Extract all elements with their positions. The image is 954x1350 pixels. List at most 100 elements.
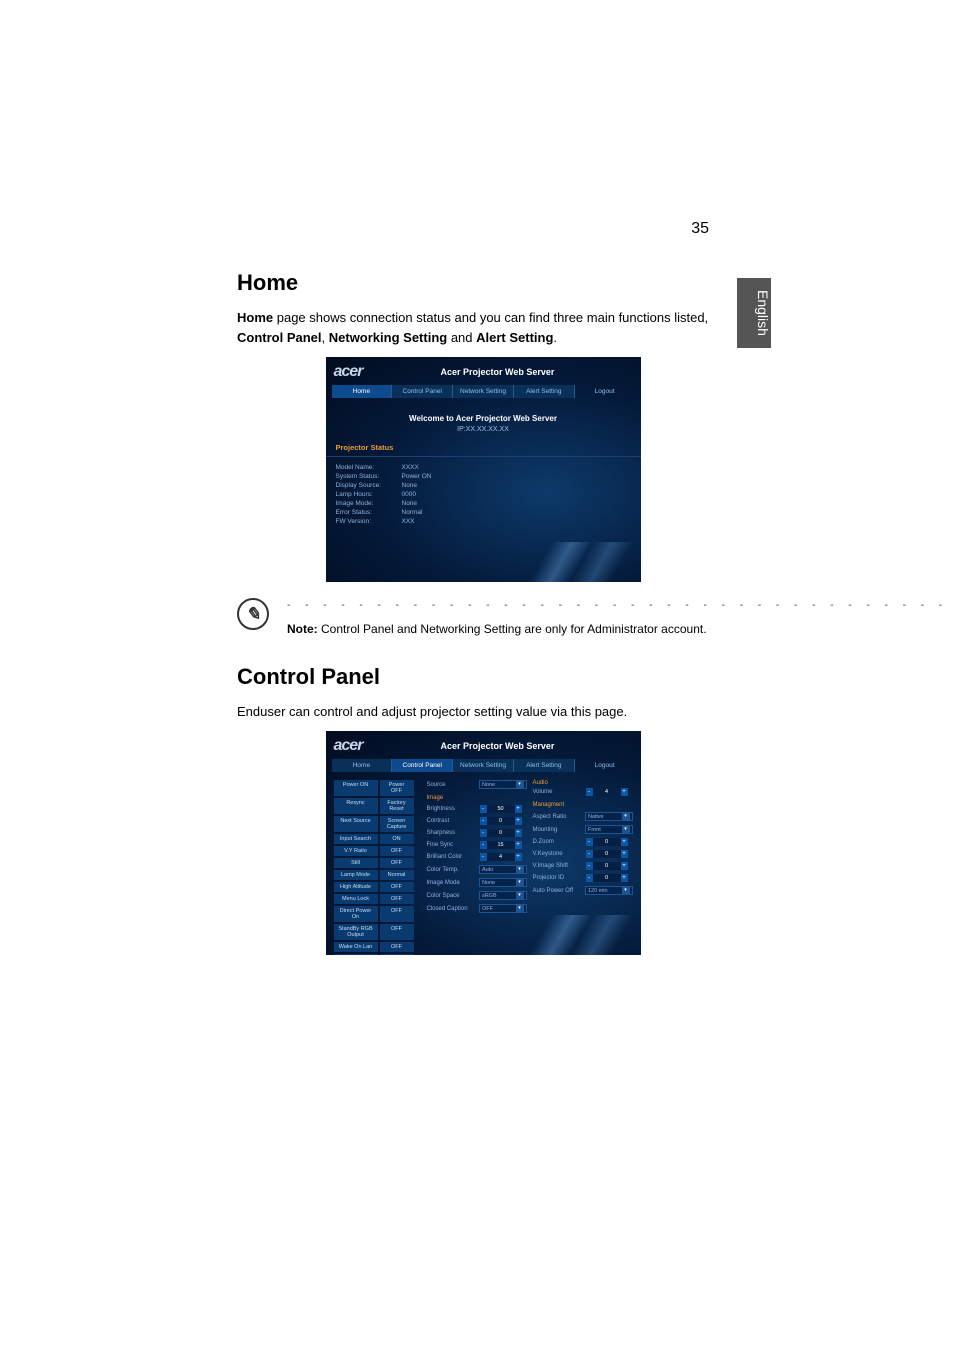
slider-value: 0 xyxy=(593,838,621,846)
cp-button[interactable]: StandBy RGB Output xyxy=(334,924,378,940)
status-row: Error Status:Normal xyxy=(326,508,641,517)
status-label: FW Version: xyxy=(336,518,402,525)
cp-slider[interactable]: - 0 + xyxy=(586,874,628,882)
cp-slider[interactable]: - 4 + xyxy=(480,853,522,861)
cp-select[interactable]: OFF▾ xyxy=(479,904,527,913)
cp-button[interactable]: OFF xyxy=(380,894,414,904)
minus-button[interactable]: - xyxy=(586,874,593,882)
cp-button-pair: Lamp ModeNormal xyxy=(334,870,421,880)
plus-button[interactable]: + xyxy=(621,788,628,796)
cp-button[interactable]: Power OFF xyxy=(380,780,414,796)
plus-button[interactable]: + xyxy=(621,850,628,858)
cp-button[interactable]: Input Search xyxy=(334,834,378,844)
control-panel-heading: Control Panel xyxy=(237,664,729,690)
plus-button[interactable]: + xyxy=(515,853,522,861)
cp-slider[interactable]: - 15 + xyxy=(480,841,522,849)
plus-button[interactable]: + xyxy=(621,838,628,846)
cp-button[interactable]: OFF xyxy=(380,858,414,868)
cp-button-pair: Next SourceScreen Capture xyxy=(334,816,421,832)
cp-tab-alert-setting[interactable]: Alert Setting xyxy=(513,759,574,772)
comma: , xyxy=(322,330,329,345)
minus-button[interactable]: - xyxy=(586,862,593,870)
cp-tab-network-setting[interactable]: Network Setting xyxy=(452,759,513,772)
plus-button[interactable]: + xyxy=(515,841,522,849)
cp-button[interactable]: Normal xyxy=(380,870,414,880)
note-text: Note: Control Panel and Networking Setti… xyxy=(287,621,954,638)
cp-slider-label: Fine Sync xyxy=(427,842,477,848)
cp-button[interactable]: Menu Lock xyxy=(334,894,378,904)
plus-button[interactable]: + xyxy=(515,805,522,813)
status-value: None xyxy=(402,500,418,507)
cp-button[interactable]: Still xyxy=(334,858,378,868)
cp-button[interactable]: Power ON xyxy=(334,780,378,796)
cp-button-pair: 3D DisplayOFF xyxy=(334,954,421,955)
cp-button[interactable]: OFF xyxy=(380,954,414,955)
status-row: FW Version:XXX xyxy=(326,517,641,526)
tab-logout[interactable]: Logout xyxy=(574,385,635,398)
tab-alert-setting[interactable]: Alert Setting xyxy=(513,385,574,398)
cp-button[interactable]: 3D Display xyxy=(334,954,378,955)
cp-select[interactable]: 120 min▾ xyxy=(585,886,633,895)
cp-slider[interactable]: - 0 + xyxy=(586,838,628,846)
minus-button[interactable]: - xyxy=(586,850,593,858)
cp-button[interactable]: OFF xyxy=(380,882,414,892)
cp-button[interactable]: ON xyxy=(380,834,414,844)
cp-slider[interactable]: - 0 + xyxy=(480,829,522,837)
cp-slider-row: V.Keystone - 0 + xyxy=(533,850,633,858)
minus-button[interactable]: - xyxy=(480,841,487,849)
cp-button[interactable]: V.Y Ratio xyxy=(334,846,378,856)
cp-button-pair: Power ONPower OFF xyxy=(334,780,421,796)
cp-slider[interactable]: - 0 + xyxy=(586,850,628,858)
cp-slider[interactable]: - 50 + xyxy=(480,805,522,813)
cp-select-label: Color Space xyxy=(427,893,476,899)
cp-tab-home[interactable]: Home xyxy=(332,759,392,772)
cp-tab-logout[interactable]: Logout xyxy=(574,759,635,772)
status-label: Model Name: xyxy=(336,464,402,471)
minus-button[interactable]: - xyxy=(586,838,593,846)
cp-select[interactable]: sRGB▾ xyxy=(479,891,527,900)
minus-button[interactable]: - xyxy=(480,829,487,837)
cp-select[interactable]: Front▾ xyxy=(585,825,633,834)
cp-slider[interactable]: - 0 + xyxy=(480,817,522,825)
cp-button[interactable]: Wake On Lan xyxy=(334,942,378,952)
cp-select-row: Aspect Ratio Native▾ xyxy=(533,812,633,821)
tab-network-setting[interactable]: Network Setting xyxy=(452,385,513,398)
cp-button[interactable]: High Altitude xyxy=(334,882,378,892)
cp-button-pair: StandBy RGB OutputOFF xyxy=(334,924,421,940)
minus-button[interactable]: - xyxy=(480,805,487,813)
cp-button[interactable]: OFF xyxy=(380,942,414,952)
cp-select[interactable]: None▾ xyxy=(479,780,527,789)
cp-tab-control-panel[interactable]: Control Panel xyxy=(391,759,452,772)
cp-bold: Control Panel xyxy=(237,330,322,345)
tab-control-panel[interactable]: Control Panel xyxy=(391,385,452,398)
cp-slider[interactable]: - 4 + xyxy=(586,788,628,796)
plus-button[interactable]: + xyxy=(515,817,522,825)
cp-button[interactable]: Resync xyxy=(334,798,378,814)
plus-button[interactable]: + xyxy=(621,874,628,882)
slider-value: 0 xyxy=(487,817,515,825)
minus-button[interactable]: - xyxy=(480,853,487,861)
projector-status-title: Projector Status xyxy=(326,443,641,457)
cp-button[interactable]: Lamp Mode xyxy=(334,870,378,880)
cp-button[interactable]: Next Source xyxy=(334,816,378,832)
cp-slider-row: Projector ID - 0 + xyxy=(533,874,633,882)
minus-button[interactable]: - xyxy=(480,817,487,825)
slider-value: 50 xyxy=(487,805,515,813)
plus-button[interactable]: + xyxy=(515,829,522,837)
tab-home[interactable]: Home xyxy=(332,385,392,398)
cp-select[interactable]: Auto▾ xyxy=(479,865,527,874)
plus-button[interactable]: + xyxy=(621,862,628,870)
cp-select[interactable]: Native▾ xyxy=(585,812,633,821)
cp-button[interactable]: Screen Capture xyxy=(380,816,414,832)
cp-button[interactable]: OFF xyxy=(380,906,414,922)
note-icon: ✎ xyxy=(237,598,269,630)
status-row: System Status:Power ON xyxy=(326,472,641,481)
cp-slider[interactable]: - 0 + xyxy=(586,862,628,870)
cp-select[interactable]: None▾ xyxy=(479,878,527,887)
cp-button[interactable]: OFF xyxy=(380,924,414,940)
cp-button[interactable]: Direct Power On xyxy=(334,906,378,922)
cp-button[interactable]: OFF xyxy=(380,846,414,856)
cp-button[interactable]: Factory Reset xyxy=(380,798,414,814)
minus-button[interactable]: - xyxy=(586,788,593,796)
home-intro: Home page shows connection status and yo… xyxy=(237,308,729,347)
